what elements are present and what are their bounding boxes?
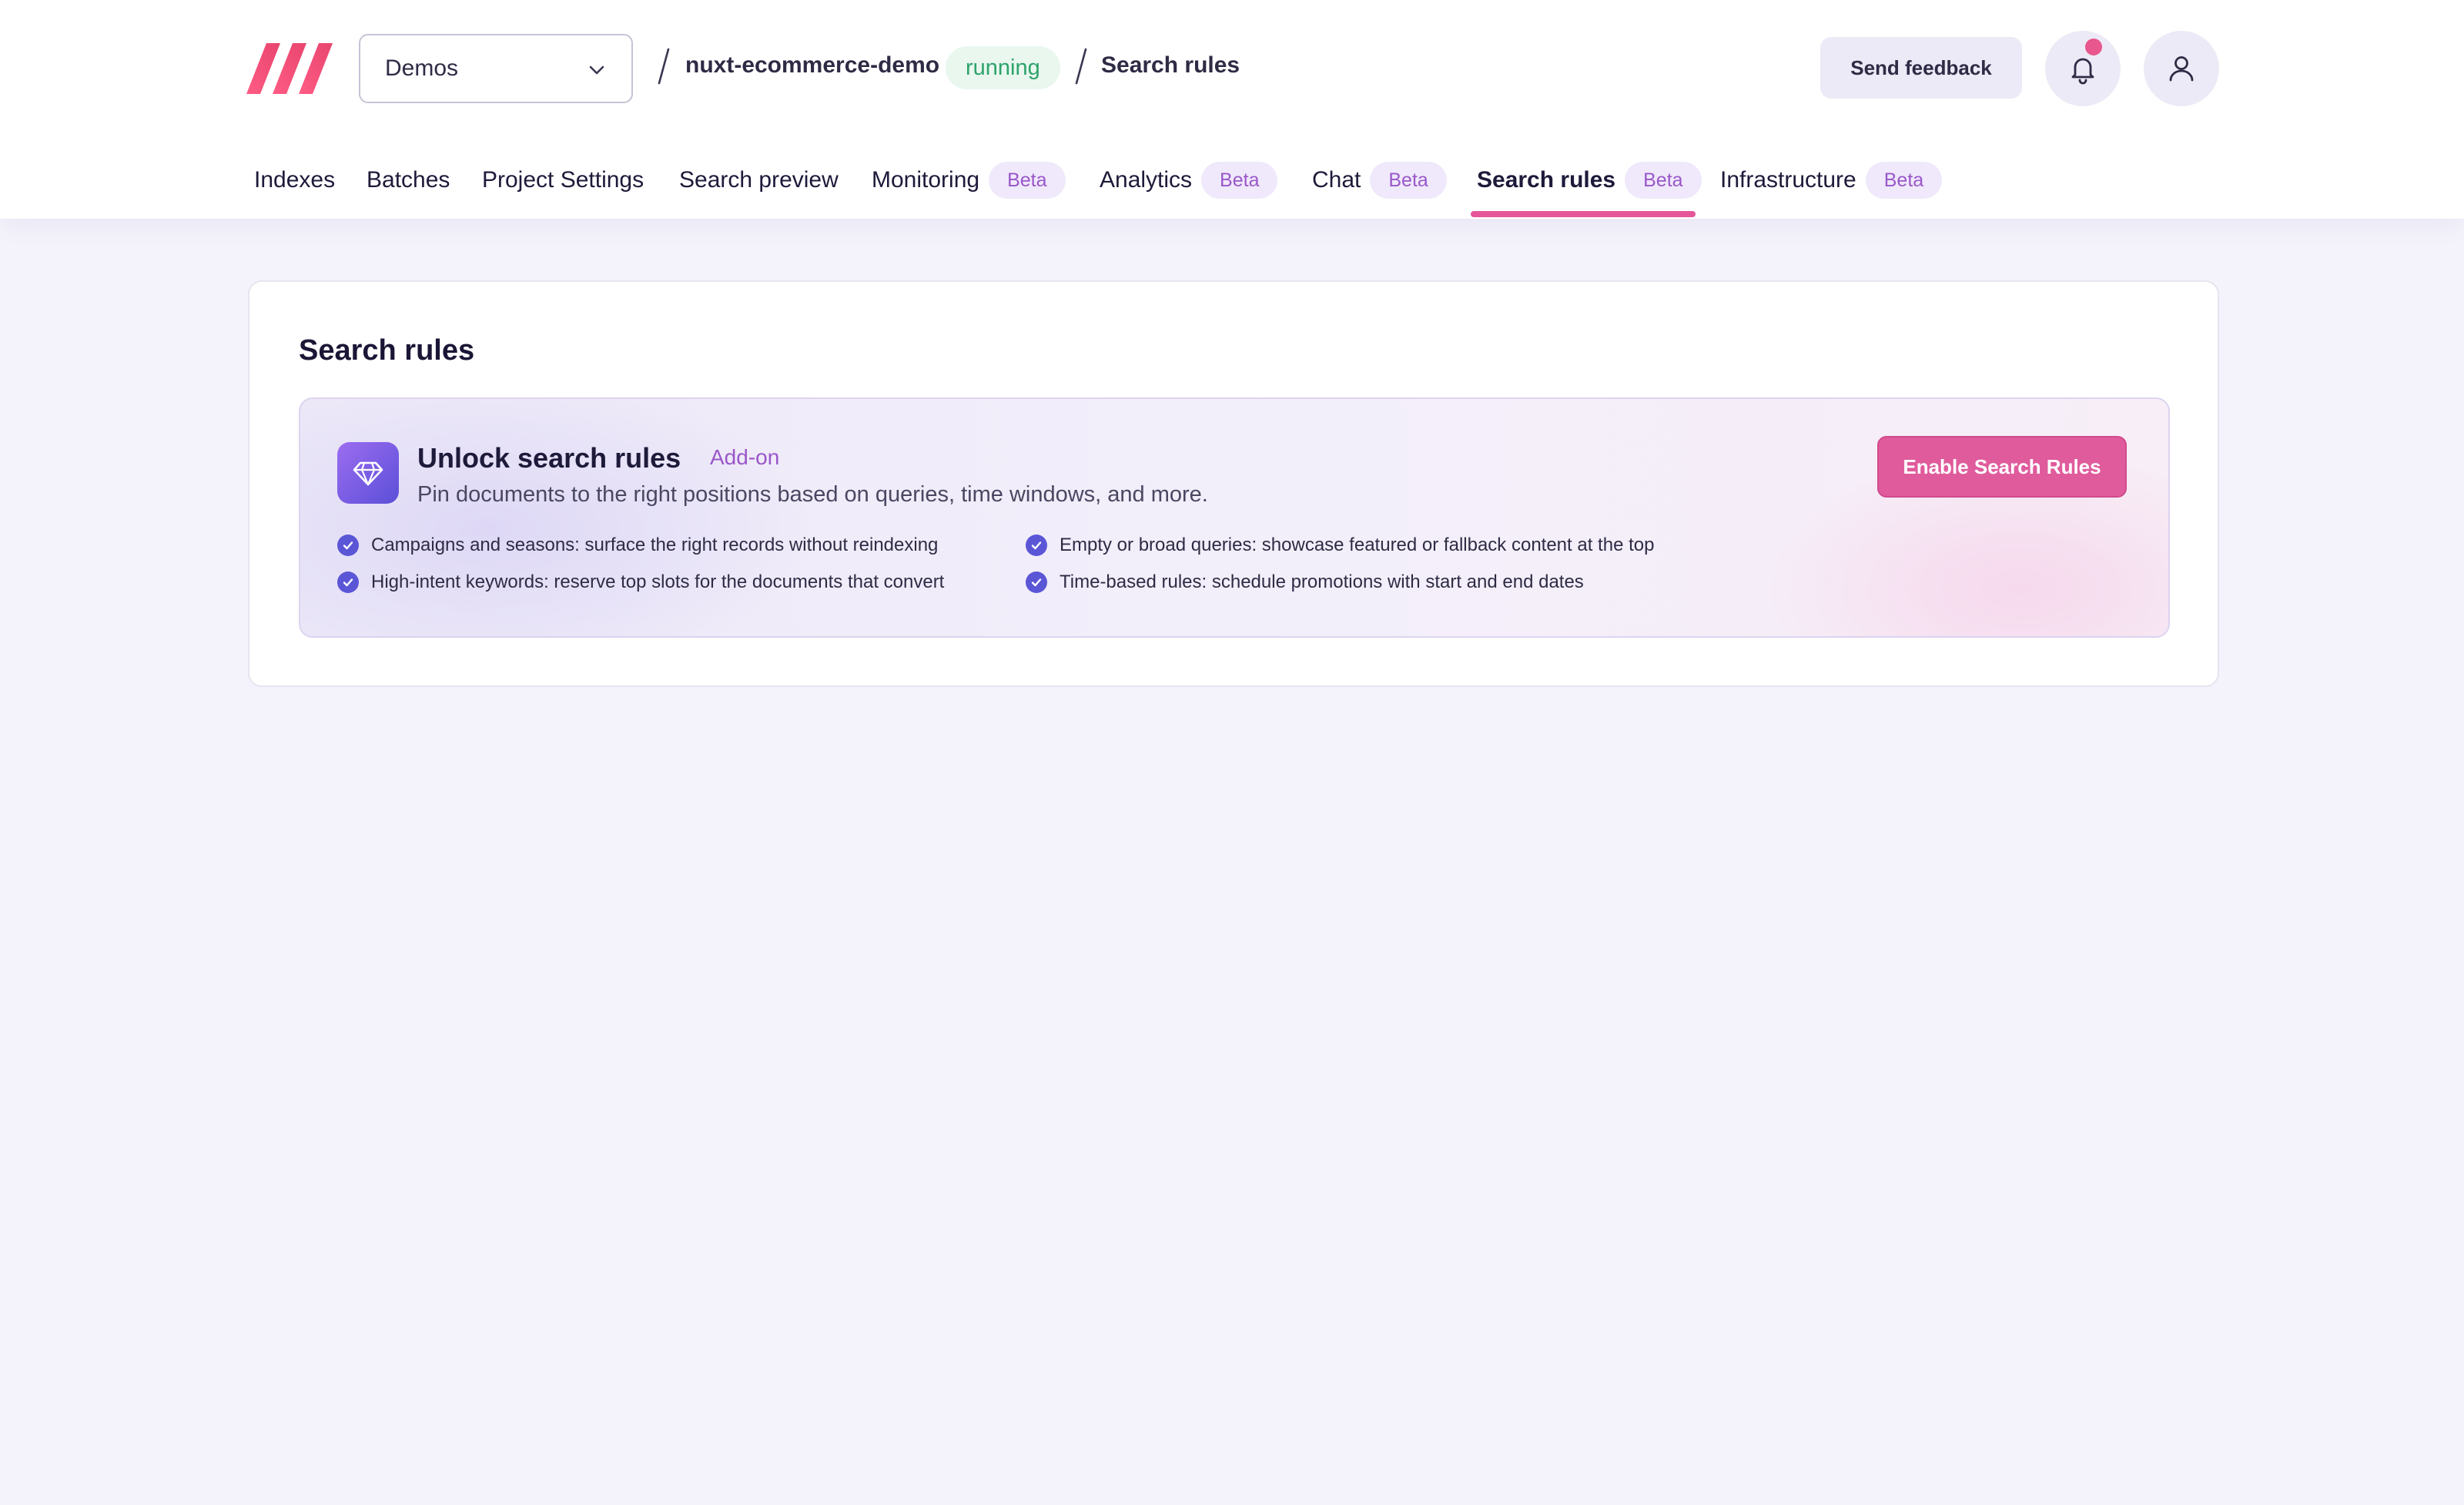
feature-text: Empty or broad queries: showcase feature… — [1060, 535, 1655, 555]
status-badge: running — [946, 46, 1060, 89]
tab-label: Monitoring — [872, 167, 980, 193]
tab-monitoring[interactable]: Monitoring Beta — [872, 162, 1066, 219]
breadcrumb-project[interactable]: nuxt-ecommerce-demo — [685, 52, 939, 79]
upsell-title: Unlock search rules — [417, 442, 681, 474]
tab-label: Indexes — [254, 167, 336, 193]
send-feedback-button[interactable]: Send feedback — [1820, 37, 2022, 99]
addon-tag: Add-on — [710, 445, 780, 469]
user-icon — [2169, 56, 2194, 82]
search-rules-card: Search rules Unlock search rules Add-on … — [248, 280, 2219, 687]
active-tab-indicator — [1471, 211, 1696, 217]
tab-chat[interactable]: Chat Beta — [1312, 162, 1447, 219]
breadcrumb-separator — [1075, 48, 1087, 85]
tab-label: Analytics — [1100, 167, 1193, 193]
beta-badge: Beta — [1865, 162, 1943, 199]
tab-label: Infrastructure — [1720, 167, 1856, 193]
breadcrumb-page: Search rules — [1101, 52, 1240, 78]
check-circle-icon — [337, 571, 359, 593]
beta-badge: Beta — [1370, 162, 1447, 199]
breadcrumb-separator — [658, 48, 670, 85]
tab-infrastructure[interactable]: Infrastructure Beta — [1720, 162, 1943, 219]
diamond-icon — [337, 442, 399, 504]
tab-batches[interactable]: Batches — [367, 162, 450, 219]
tab-search-preview[interactable]: Search preview — [679, 162, 839, 219]
feature-item: Time-based rules: schedule promotions wi… — [1026, 571, 1584, 593]
check-circle-icon — [1026, 571, 1047, 593]
upsell-banner: Unlock search rules Add-on Pin documents… — [299, 397, 2170, 638]
feature-text: Campaigns and seasons: surface the right… — [371, 535, 939, 555]
top-header: Demos nuxt-ecommerce-demo running Search… — [0, 0, 2464, 219]
tab-indexes[interactable]: Indexes — [254, 162, 335, 219]
beta-badge: Beta — [1625, 162, 1702, 199]
tab-search-rules[interactable]: Search rules Beta — [1477, 162, 1702, 219]
tab-label: Search preview — [679, 167, 839, 193]
feature-item: Empty or broad queries: showcase feature… — [1026, 535, 1654, 556]
app-root: Demos nuxt-ecommerce-demo running Search… — [0, 0, 2464, 1505]
project-selector-value: Demos — [385, 55, 459, 81]
user-menu-button[interactable] — [2144, 31, 2219, 106]
feature-text: High-intent keywords: reserve top slots … — [371, 571, 945, 592]
bell-icon — [2071, 58, 2094, 85]
meilisearch-logo[interactable] — [246, 43, 334, 94]
beta-badge: Beta — [989, 162, 1066, 199]
feature-text: Time-based rules: schedule promotions wi… — [1060, 571, 1584, 592]
chevron-down-icon — [589, 65, 604, 75]
check-circle-icon — [1026, 535, 1047, 556]
page-title: Search rules — [299, 334, 475, 367]
feature-item: High-intent keywords: reserve top slots … — [337, 571, 944, 593]
tab-label: Chat — [1312, 167, 1361, 193]
tab-project-settings[interactable]: Project Settings — [482, 162, 644, 219]
project-selector[interactable]: Demos — [359, 34, 633, 103]
enable-search-rules-button[interactable]: Enable Search Rules — [1877, 436, 2127, 498]
tab-label: Batches — [367, 167, 450, 193]
project-tabs: Indexes Batches Project Settings Search … — [0, 154, 2464, 219]
upsell-description: Pin documents to the right positions bas… — [417, 482, 1208, 507]
feature-item: Campaigns and seasons: surface the right… — [337, 535, 938, 556]
tab-label: Search rules — [1477, 167, 1616, 193]
check-circle-icon — [337, 535, 359, 556]
tab-analytics[interactable]: Analytics Beta — [1100, 162, 1278, 219]
notifications-button[interactable] — [2045, 31, 2121, 106]
beta-badge: Beta — [1201, 162, 1278, 199]
tab-label: Project Settings — [482, 167, 644, 193]
notification-dot — [2085, 39, 2102, 55]
